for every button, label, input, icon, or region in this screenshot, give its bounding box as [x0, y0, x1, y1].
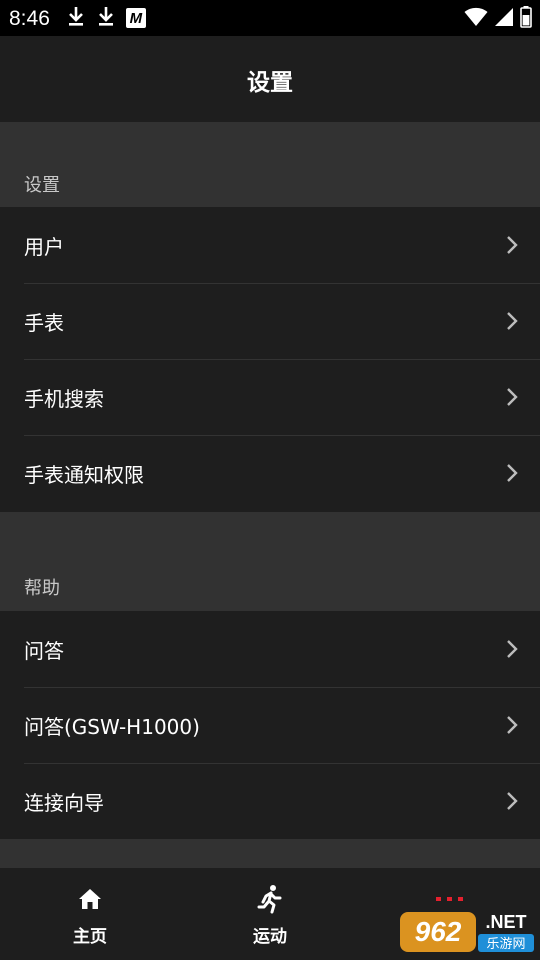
list-item-label: 手表	[24, 310, 64, 335]
battery-icon	[520, 6, 532, 32]
chevron-right-icon	[506, 311, 518, 335]
section-header-help: 帮助	[0, 512, 540, 611]
svg-text:乐游网: 乐游网	[486, 937, 525, 952]
download-icon	[96, 5, 116, 31]
page-title: 设置	[247, 70, 293, 96]
list-item-label: 问答(GSW-H1000)	[24, 714, 200, 739]
list-item-watch[interactable]: 手表	[0, 283, 540, 359]
list-item-label: 手表通知权限	[24, 462, 144, 487]
list-item-watch-notification-permission[interactable]: 手表通知权限	[0, 435, 540, 511]
status-bar: 8:46 M	[0, 0, 540, 36]
help-list: 问答 问答(GSW-H1000) 连接向导	[0, 611, 540, 839]
wifi-icon	[464, 7, 488, 31]
watermark-logo: 962 .NET 乐游网	[398, 906, 536, 956]
nav-sport[interactable]: 运动	[180, 868, 360, 960]
home-icon	[78, 885, 102, 913]
chevron-right-icon	[506, 387, 518, 411]
list-item-label: 用户	[24, 234, 64, 259]
chevron-right-icon	[506, 463, 518, 487]
nav-label: 运动	[253, 927, 287, 947]
list-item-label: 问答	[24, 638, 64, 663]
list-item-connection-guide[interactable]: 连接向导	[0, 763, 540, 839]
list-item-faq[interactable]: 问答	[0, 611, 540, 687]
download-icon	[66, 5, 86, 31]
app-bar: 设置	[0, 36, 540, 122]
svg-text:962: 962	[415, 916, 462, 947]
section-header-settings: 设置	[0, 122, 540, 207]
nav-label: 主页	[73, 927, 107, 947]
chevron-right-icon	[506, 715, 518, 739]
m-notification-icon: M	[125, 8, 146, 28]
chevron-right-icon	[506, 791, 518, 815]
list-item-user[interactable]: 用户	[0, 207, 540, 283]
signal-icon	[494, 7, 514, 31]
section-header-label: 帮助	[24, 578, 60, 599]
section-header-label: 设置	[24, 175, 60, 196]
system-icons	[464, 6, 532, 32]
chevron-right-icon	[506, 639, 518, 663]
svg-text:.NET: .NET	[485, 912, 526, 932]
chevron-right-icon	[506, 235, 518, 259]
nav-home[interactable]: 主页	[0, 868, 180, 960]
settings-list: 用户 手表 手机搜索 手表通知权限	[0, 207, 540, 512]
list-item-phone-search[interactable]: 手机搜索	[0, 359, 540, 435]
list-item-label: 连接向导	[24, 790, 104, 815]
notification-icons: M	[66, 5, 146, 31]
list-item-label: 手机搜索	[24, 386, 104, 411]
running-icon	[256, 885, 284, 914]
list-item-faq-gsw-h1000[interactable]: 问答(GSW-H1000)	[0, 687, 540, 763]
status-time: 8:46	[9, 6, 50, 30]
